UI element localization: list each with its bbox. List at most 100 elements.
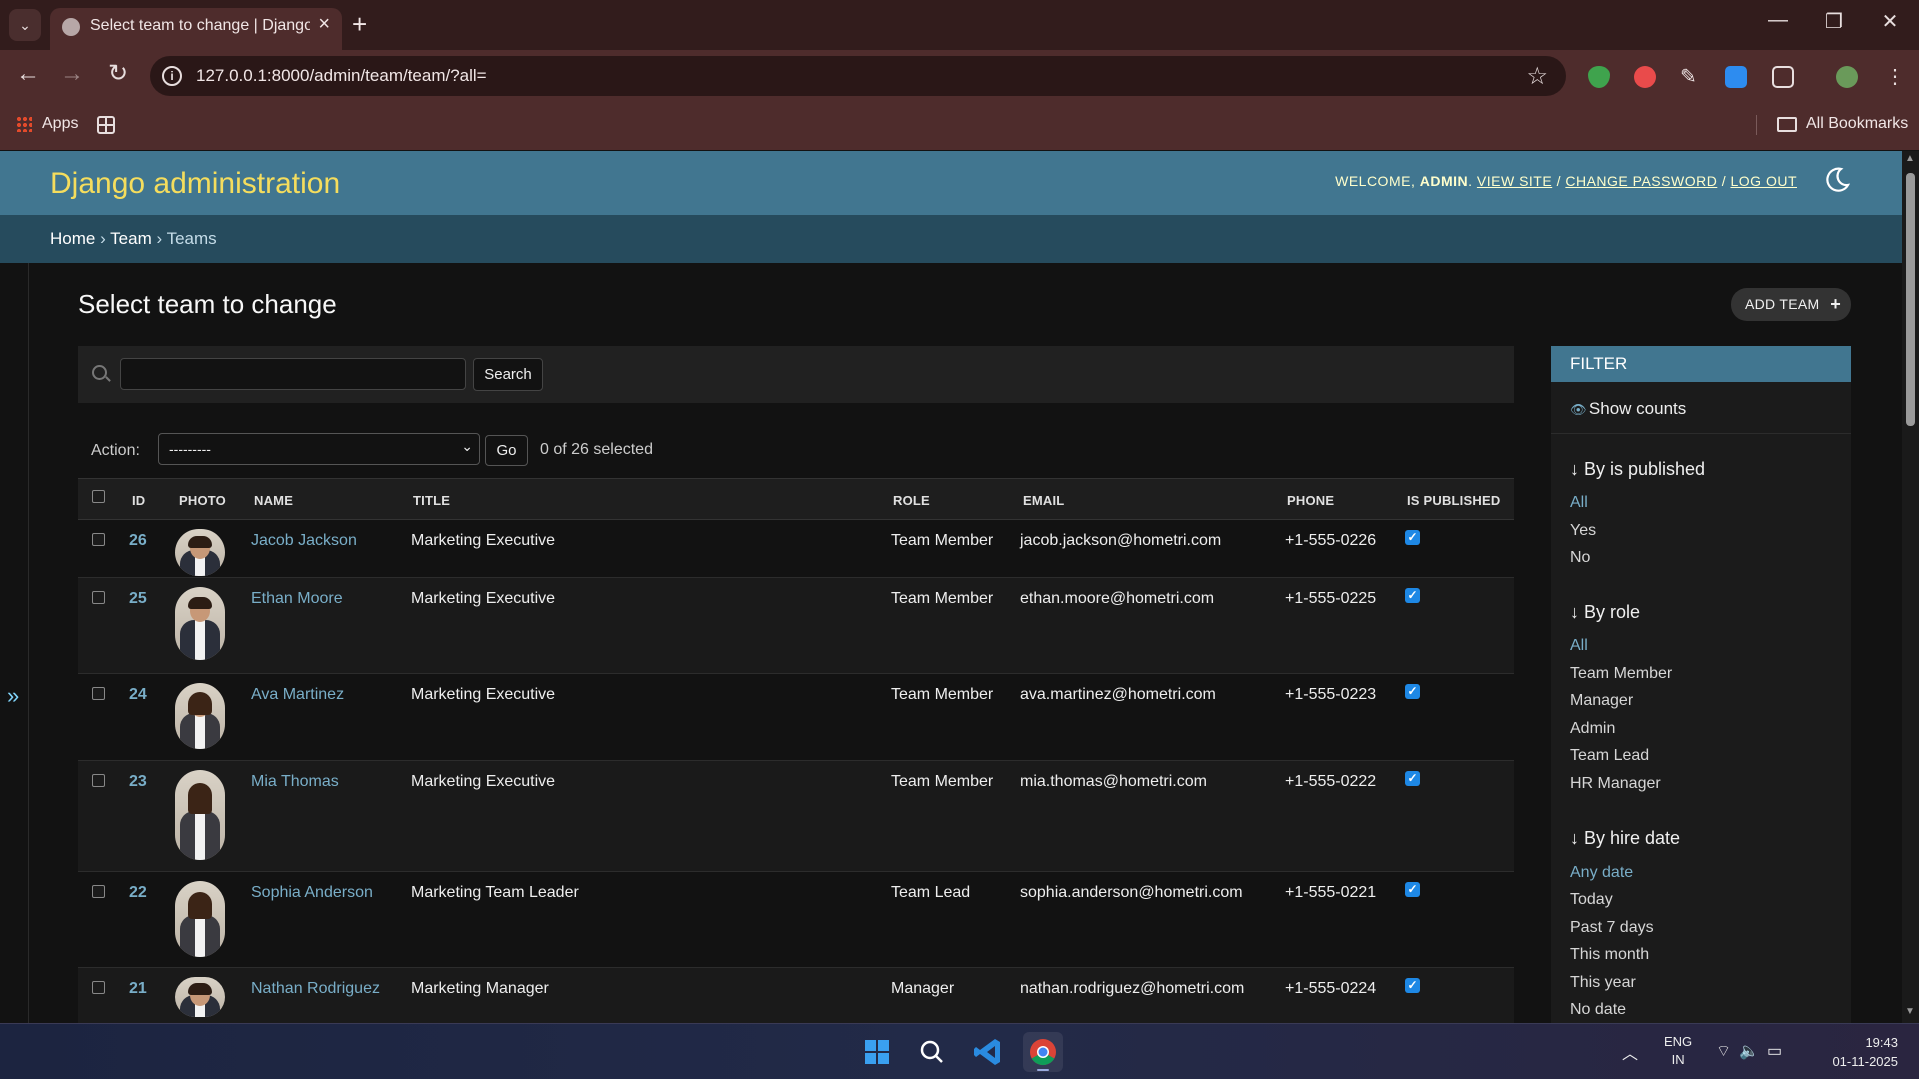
column-header-photo[interactable]: PHOTO — [179, 493, 226, 508]
filter-option[interactable]: HR Manager — [1570, 775, 1661, 793]
filter-group-title[interactable]: ↓ By hire date — [1570, 828, 1680, 849]
chrome-icon[interactable] — [1023, 1032, 1063, 1072]
column-header-title[interactable]: TITLE — [413, 493, 450, 508]
row-select-checkbox[interactable] — [92, 774, 105, 787]
restore-icon[interactable]: ❐ — [1814, 9, 1854, 34]
filter-option[interactable]: This month — [1570, 946, 1649, 964]
row-name-link[interactable]: Jacob Jackson — [251, 532, 357, 550]
filter-option[interactable]: Admin — [1570, 720, 1615, 738]
tab-close-icon[interactable]: × — [318, 13, 330, 36]
change-password-link[interactable]: CHANGE PASSWORD — [1565, 173, 1717, 189]
extensions-puzzle-icon[interactable] — [1772, 66, 1794, 88]
filter-group-title[interactable]: ↓ By role — [1570, 602, 1640, 623]
filter-option[interactable]: This year — [1570, 974, 1636, 992]
show-counts-link[interactable]: Show counts — [1570, 399, 1686, 419]
row-name-link[interactable]: Nathan Rodriguez — [251, 980, 380, 998]
wifi-icon[interactable]: ⌔ — [1716, 1043, 1739, 1060]
apps-grid-icon[interactable] — [16, 116, 32, 132]
site-info-icon[interactable]: i — [162, 66, 182, 86]
filter-option[interactable]: Team Member — [1570, 665, 1672, 683]
window-close-icon[interactable]: ✕ — [1870, 9, 1910, 34]
search-input[interactable] — [120, 358, 466, 390]
filter-option[interactable]: No — [1570, 549, 1590, 567]
extension-eye-icon[interactable] — [1634, 66, 1656, 88]
forward-icon[interactable]: → — [57, 61, 87, 87]
column-header-phone[interactable]: PHONE — [1287, 493, 1334, 508]
nav-sidebar-toggle[interactable]: » — [0, 263, 29, 1023]
scrollbar-thumb[interactable] — [1906, 173, 1915, 426]
page-scrollbar[interactable]: ▲ ▼ — [1902, 151, 1919, 1023]
filter-option[interactable]: Today — [1570, 891, 1613, 909]
filter-option[interactable]: All — [1570, 494, 1588, 512]
filter-option[interactable]: Yes — [1570, 522, 1596, 540]
row-select-checkbox[interactable] — [92, 687, 105, 700]
row-name-link[interactable]: Ethan Moore — [251, 590, 343, 608]
filter-option[interactable]: Past 7 days — [1570, 919, 1654, 937]
row-name-link[interactable]: Sophia Anderson — [251, 884, 373, 902]
tab-groups-icon[interactable] — [97, 116, 115, 134]
theme-toggle-moon-icon[interactable] — [1822, 165, 1852, 195]
volume-icon[interactable]: 🔈 — [1739, 1043, 1767, 1060]
all-bookmarks[interactable]: All Bookmarks — [1806, 115, 1908, 133]
row-name-link[interactable]: Mia Thomas — [251, 773, 339, 791]
filter-group-title[interactable]: ↓ By is published — [1570, 459, 1705, 480]
row-select-checkbox[interactable] — [92, 591, 105, 604]
row-select-checkbox[interactable] — [92, 981, 105, 994]
breadcrumb-team-app[interactable]: Team — [110, 229, 152, 248]
row-id-link[interactable]: 21 — [129, 980, 147, 998]
column-header-email[interactable]: EMAIL — [1023, 493, 1064, 508]
go-button[interactable]: Go — [485, 435, 528, 466]
filter-option[interactable]: All — [1570, 637, 1588, 655]
tab-list-chevron-icon[interactable]: ⌄ — [9, 9, 41, 41]
row-select-checkbox[interactable] — [92, 885, 105, 898]
search-button[interactable]: Search — [473, 358, 543, 391]
filter-option[interactable]: Manager — [1570, 692, 1633, 710]
action-select[interactable]: --------- ⌄ — [158, 433, 480, 465]
more-menu-icon[interactable]: ⋮ — [1884, 66, 1906, 88]
column-header-id[interactable]: ID — [132, 493, 145, 508]
log-out-link[interactable]: LOG OUT — [1730, 173, 1797, 189]
scroll-up-icon[interactable]: ▲ — [1905, 153, 1915, 164]
reload-icon[interactable]: ↻ — [103, 61, 133, 87]
url-text[interactable]: 127.0.0.1:8000/admin/team/team/?all= — [196, 66, 487, 86]
row-id-link[interactable]: 25 — [129, 590, 147, 608]
select-all-checkbox[interactable] — [92, 490, 105, 503]
system-tray[interactable]: ⌔🔈▭ — [1716, 1041, 1790, 1061]
scroll-down-icon[interactable]: ▼ — [1905, 1006, 1915, 1017]
active-tab[interactable]: Select team to change | Django × — [50, 8, 342, 50]
clock[interactable]: 19:43 01-11-2025 — [1816, 1033, 1898, 1071]
column-header-name[interactable]: NAME — [254, 493, 293, 508]
battery-icon[interactable]: ▭ — [1767, 1043, 1790, 1060]
row-id-link[interactable]: 23 — [129, 773, 147, 791]
row-id-link[interactable]: 26 — [129, 532, 147, 550]
vscode-icon[interactable] — [968, 1032, 1008, 1072]
extension-shield-icon[interactable] — [1588, 66, 1610, 88]
view-site-link[interactable]: VIEW SITE — [1477, 173, 1552, 189]
tray-overflow-chevron-icon[interactable]: ︿ — [1622, 1040, 1638, 1064]
download-icon[interactable] — [1725, 66, 1747, 88]
taskbar-search-icon[interactable] — [912, 1032, 952, 1072]
minimize-icon[interactable]: — — [1758, 9, 1798, 32]
bookmark-star-icon[interactable]: ☆ — [1526, 62, 1548, 91]
new-tab-icon[interactable]: + — [352, 10, 367, 38]
site-branding[interactable]: Django administration — [50, 167, 340, 201]
filter-option[interactable]: No date — [1570, 1001, 1626, 1019]
row-id-link[interactable]: 22 — [129, 884, 147, 902]
row-select-checkbox[interactable] — [92, 533, 105, 546]
breadcrumb-home[interactable]: Home — [50, 229, 95, 248]
row-id-link[interactable]: 24 — [129, 686, 147, 704]
extension-dropper-icon[interactable]: ✎ — [1680, 66, 1702, 88]
profile-avatar[interactable] — [1836, 66, 1858, 88]
column-header-is-published[interactable]: IS PUBLISHED — [1407, 493, 1500, 508]
language-indicator[interactable]: ENG IN — [1664, 1033, 1692, 1069]
back-icon[interactable]: ← — [13, 61, 43, 87]
windows-start-icon[interactable] — [857, 1032, 897, 1072]
filter-option[interactable]: Any date — [1570, 864, 1633, 882]
filter-option[interactable]: Team Lead — [1570, 747, 1649, 765]
add-team-button[interactable]: ADD TEAM + — [1731, 288, 1851, 321]
address-bar[interactable]: i 127.0.0.1:8000/admin/team/team/?all= ☆ — [150, 56, 1566, 96]
column-header-role[interactable]: ROLE — [893, 493, 930, 508]
row-name-link[interactable]: Ava Martinez — [251, 686, 344, 704]
apps-bookmark[interactable]: Apps — [42, 115, 78, 133]
double-chevron-right-icon[interactable]: » — [7, 683, 19, 709]
